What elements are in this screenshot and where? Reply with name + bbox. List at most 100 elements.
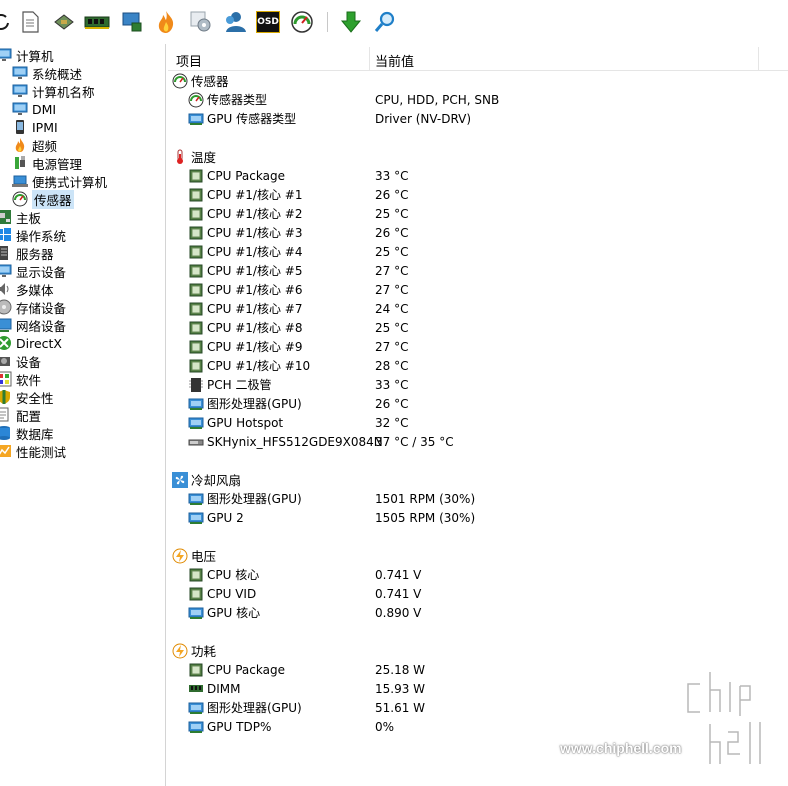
cpu-icon: [188, 301, 204, 317]
item-label: CPU 核心: [207, 568, 260, 582]
tree-item-label: 数据库: [16, 426, 54, 442]
windows-icon: [0, 227, 12, 243]
tree-item[interactable]: 系统概述: [12, 64, 82, 82]
user-icon[interactable]: [222, 9, 248, 35]
list-item[interactable]: GPU 核心 0.890 V: [188, 603, 778, 622]
phone-icon: [12, 119, 28, 135]
flame-icon: [12, 137, 28, 153]
list-item[interactable]: 图形处理器(GPU) 26 °C: [188, 394, 778, 413]
list-item[interactable]: GPU 传感器类型 Driver (NV-DRV): [188, 109, 778, 128]
list-item[interactable]: CPU 核心 0.741 V: [188, 565, 778, 584]
list-item[interactable]: SKHynix_HFS512GDE9X084N 37 °C / 35 °C: [188, 432, 778, 451]
column-divider[interactable]: [758, 47, 759, 71]
list-item[interactable]: CPU #1/核心 #9 27 °C: [188, 337, 778, 356]
flame-icon[interactable]: [153, 9, 179, 35]
tree-item[interactable]: 计算机名称: [12, 82, 95, 100]
tree-item[interactable]: 多媒体: [0, 280, 54, 298]
tree-item-label: 便携式计算机: [32, 174, 108, 190]
group-header[interactable]: 传感器: [172, 71, 229, 90]
item-value: 27 °C: [375, 339, 409, 354]
group-header[interactable]: 冷却风扇: [172, 470, 241, 489]
tree-item[interactable]: 存储设备: [0, 298, 66, 316]
column-header-item[interactable]: 项目: [176, 51, 202, 70]
tree-item[interactable]: 性能测试: [0, 442, 66, 460]
item-value: 51.61 W: [375, 700, 426, 715]
item-label: 图形处理器(GPU): [207, 492, 302, 506]
gauge-icon: [12, 191, 28, 207]
tree-item[interactable]: 软件: [0, 370, 41, 388]
list-item[interactable]: PCH 二极管 33 °C: [188, 375, 778, 394]
column-header-value[interactable]: 当前值: [375, 51, 414, 70]
network-card-icon[interactable]: [119, 9, 145, 35]
disk-icon: [0, 299, 12, 315]
osd-icon[interactable]: OSD: [255, 9, 281, 35]
list-item[interactable]: CPU #1/核心 #10 28 °C: [188, 356, 778, 375]
tree-item[interactable]: 网络设备: [0, 316, 66, 334]
fan-icon: [172, 471, 188, 488]
tree-item[interactable]: 安全性: [0, 388, 54, 406]
refresh-icon[interactable]: [0, 9, 14, 35]
download-icon[interactable]: [338, 9, 364, 35]
report-icon[interactable]: [17, 9, 43, 35]
item-label: SKHynix_HFS512GDE9X084N: [207, 434, 383, 449]
item-value: 1501 RPM (30%): [375, 491, 476, 506]
tree-item[interactable]: 显示设备: [0, 262, 66, 280]
cpu-icon: [188, 586, 204, 602]
tree-item-label: 显示设备: [16, 264, 67, 280]
search-icon[interactable]: [372, 9, 398, 35]
tree-item[interactable]: 电源管理: [12, 154, 82, 172]
list-item[interactable]: CPU #1/核心 #8 25 °C: [188, 318, 778, 337]
tree-item[interactable]: DirectX: [0, 334, 62, 352]
list-item[interactable]: CPU #1/核心 #1 26 °C: [188, 185, 778, 204]
tree-item[interactable]: 操作系统: [0, 226, 66, 244]
tree-item[interactable]: 设备: [0, 352, 41, 370]
computer-icon: [0, 47, 12, 63]
tree-item-label: 电源管理: [32, 156, 83, 172]
group-header[interactable]: 电压: [172, 546, 216, 565]
group-header[interactable]: 温度: [172, 147, 216, 166]
item-value: 26 °C: [375, 225, 409, 240]
list-item[interactable]: CPU #1/核心 #6 27 °C: [188, 280, 778, 299]
list-item[interactable]: CPU #1/核心 #2 25 °C: [188, 204, 778, 223]
list-item[interactable]: GPU Hotspot 32 °C: [188, 413, 778, 432]
item-value: Driver (NV-DRV): [375, 111, 472, 126]
tree-item-label: DMI: [32, 101, 57, 117]
laptop-icon: [12, 173, 28, 189]
list-item[interactable]: CPU VID 0.741 V: [188, 584, 778, 603]
cpu-chip-icon[interactable]: [51, 9, 77, 35]
column-divider[interactable]: [369, 47, 370, 71]
ram-module-icon[interactable]: [84, 9, 110, 35]
tree-item-label: 存储设备: [16, 300, 67, 316]
item-label: CPU #1/核心 #9: [207, 340, 303, 354]
list-item[interactable]: GPU 2 1505 RPM (30%): [188, 508, 778, 527]
tree-item[interactable]: DMI: [12, 100, 56, 118]
chiphell-watermark: www.chiphell.com: [560, 672, 780, 777]
tree-item[interactable]: 服务器: [0, 244, 54, 262]
tree-item[interactable]: 超频: [12, 136, 57, 154]
tree-item[interactable]: 数据库: [0, 424, 54, 442]
list-item[interactable]: 传感器类型 CPU, HDD, PCH, SNB: [188, 90, 778, 109]
sensor-gauge-icon[interactable]: [289, 9, 315, 35]
list-item[interactable]: 图形处理器(GPU) 1501 RPM (30%): [188, 489, 778, 508]
tree-item[interactable]: IPMI: [12, 118, 58, 136]
list-item[interactable]: CPU #1/核心 #3 26 °C: [188, 223, 778, 242]
list-item[interactable]: CPU #1/核心 #5 27 °C: [188, 261, 778, 280]
cpu-icon: [188, 263, 204, 279]
tree-item-label: 配置: [16, 408, 42, 424]
tree-item[interactable]: 配置: [0, 406, 41, 424]
item-value: 0.741 V: [375, 586, 422, 601]
tree-item[interactable]: 主板: [0, 208, 41, 226]
tree-item[interactable]: 传感器: [12, 189, 74, 209]
tree-item-label: 安全性: [16, 390, 54, 406]
list-item[interactable]: CPU #1/核心 #4 25 °C: [188, 242, 778, 261]
tree-item-label: 网络设备: [16, 318, 67, 334]
list-item[interactable]: CPU #1/核心 #7 24 °C: [188, 299, 778, 318]
item-label: CPU Package: [207, 662, 285, 677]
group-header[interactable]: 功耗: [172, 641, 216, 660]
item-label: PCH 二极管: [207, 378, 272, 392]
tree-item[interactable]: 便携式计算机: [12, 172, 107, 190]
cpu-icon: [188, 244, 204, 260]
settings-icon[interactable]: [188, 9, 214, 35]
list-item[interactable]: CPU Package 33 °C: [188, 166, 778, 185]
tree-item[interactable]: 计算机: [0, 46, 54, 64]
